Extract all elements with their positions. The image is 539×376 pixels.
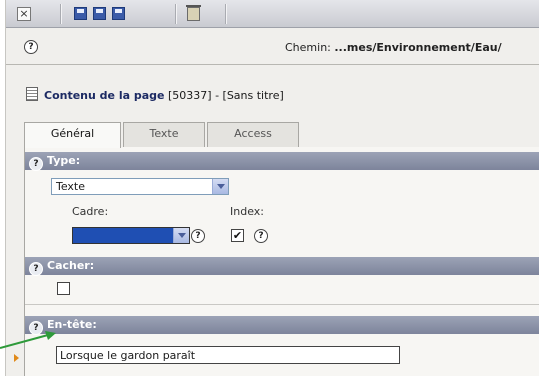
breadcrumb: Chemin: ...mes/Environnement/Eau/ (285, 41, 502, 54)
help-icon[interactable]: ? (24, 40, 38, 54)
cadre-label: Cadre: (72, 205, 109, 218)
help-icon[interactable]: ? (29, 262, 43, 276)
record-meta: [50337] - [Sans titre] (164, 89, 284, 102)
required-arrow-icon (14, 354, 19, 362)
record-header: Contenu de la page [50337] - [Sans titre… (26, 87, 284, 102)
annotation-arrow-head (45, 331, 56, 340)
path-value[interactable]: ...mes/Environnement/Eau/ (334, 41, 501, 54)
help-icon[interactable]: ? (29, 157, 43, 171)
save-close-icon[interactable] (112, 7, 125, 20)
section-title: Cacher: (47, 259, 95, 272)
divider (25, 304, 539, 305)
help-icon[interactable]: ? (254, 229, 268, 243)
cacher-checkbox[interactable] (57, 282, 70, 295)
toolbar-separator (60, 4, 62, 24)
toolbar: × (6, 0, 539, 28)
section-header-cacher: ? Cacher: (25, 257, 539, 276)
section-header-type: ? Type: (25, 152, 539, 171)
save-view-icon[interactable] (93, 7, 106, 20)
annotation-arrow-line (0, 334, 49, 349)
entete-input[interactable]: Lorsque le gardon paraît (56, 346, 400, 364)
type-select[interactable]: Texte (51, 178, 229, 195)
edit-panel: × ? Chemin: ...mes/Environnement/Eau/ Co… (5, 0, 539, 376)
toolbar-separator (175, 4, 177, 24)
tab-access[interactable]: Access (207, 122, 299, 147)
select-value: Texte (56, 180, 86, 193)
toolbar-separator (225, 4, 227, 24)
save-icon[interactable] (74, 7, 87, 20)
index-label: Index: (230, 205, 264, 218)
index-checkbox[interactable]: ✔ (231, 229, 244, 242)
close-icon[interactable]: × (17, 7, 31, 21)
path-label: Chemin: (285, 41, 335, 54)
chevron-down-icon[interactable] (173, 228, 189, 243)
section-header-entete: ? En-tête: (25, 316, 539, 335)
tab-content: ? Type: Texte Cadre: Index: ? ✔ ? ? Cacher… (24, 147, 539, 376)
section-title: Type: (47, 154, 81, 167)
path-bar: ? Chemin: ...mes/Environnement/Eau/ (6, 28, 539, 65)
tab-general[interactable]: Général (24, 122, 121, 148)
help-icon[interactable]: ? (191, 229, 205, 243)
tab-texte[interactable]: Texte (123, 122, 205, 147)
chevron-down-icon[interactable] (212, 179, 228, 194)
document-icon (26, 87, 38, 101)
record-title: Contenu de la page (44, 89, 165, 102)
cadre-select[interactable] (72, 227, 190, 244)
annotation-arrow (0, 331, 56, 349)
trash-icon[interactable] (186, 5, 201, 21)
